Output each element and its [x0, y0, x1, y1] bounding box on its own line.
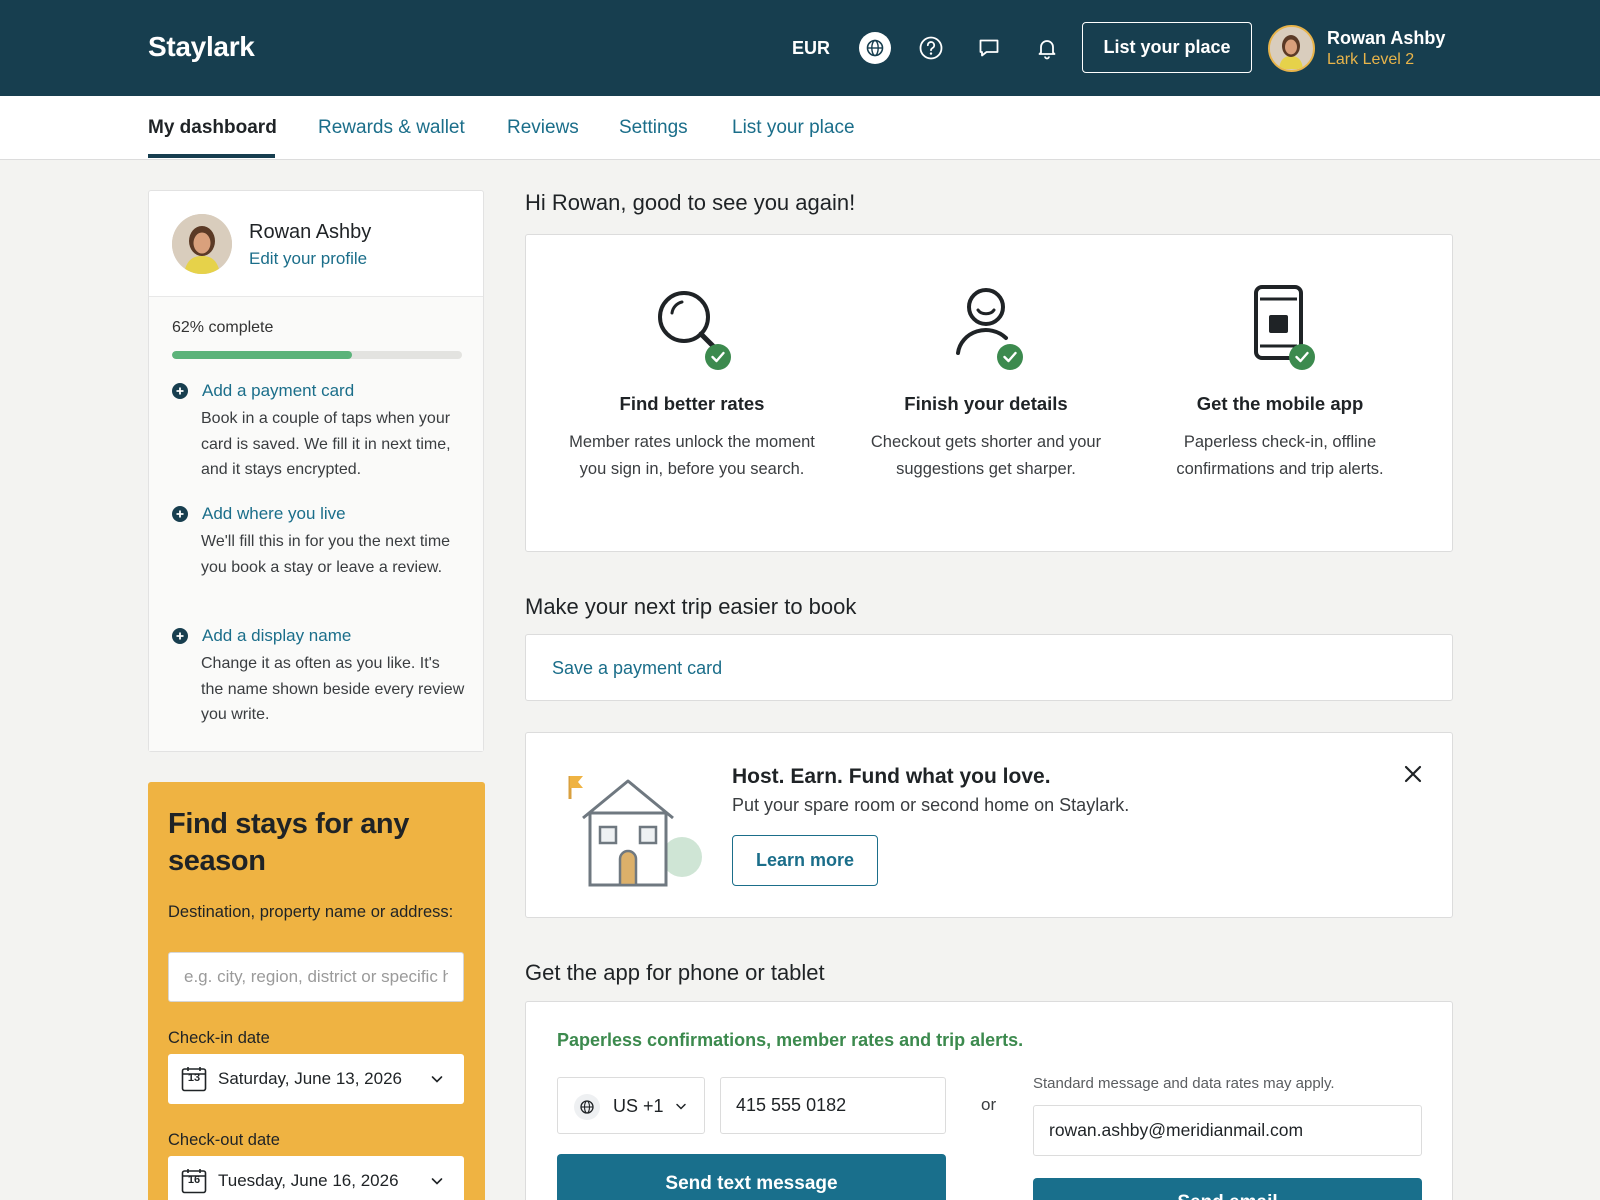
phone-check-icon: [1254, 285, 1315, 370]
calendar-day-number: 13: [187, 1072, 201, 1084]
user-photo: [1270, 27, 1312, 69]
active-tab-indicator: [148, 154, 275, 158]
profile-header: Rowan Ashby Edit your profile: [149, 191, 483, 297]
currency-selector[interactable]: EUR: [792, 38, 830, 59]
feature-description: Member rates unlock the moment you sign …: [569, 433, 815, 478]
messages-button[interactable]: [973, 32, 1005, 64]
chat-icon: [979, 39, 999, 57]
app-section-heading: Get the app for phone or tablet: [525, 960, 825, 985]
checkin-date-value: Saturday, June 13, 2026: [218, 1069, 402, 1088]
search-stays-card: Find stays for any season Destination, p…: [148, 782, 485, 1200]
bell-icon: [1038, 40, 1056, 60]
checkout-date-value: Tuesday, June 16, 2026: [218, 1171, 399, 1190]
plus-circle-icon: [172, 628, 188, 644]
feature-title: Find better rates: [619, 393, 765, 414]
progress-fill: [172, 351, 352, 359]
feature-description: Checkout gets shorter and your suggestio…: [870, 433, 1102, 478]
plus-circle-icon: [172, 383, 188, 399]
avatar[interactable]: [172, 214, 232, 274]
feature-title: Finish your details: [904, 393, 1068, 414]
send-email-button[interactable]: Send email: [1033, 1178, 1422, 1200]
phone-number-input[interactable]: [720, 1077, 946, 1134]
task-description: Change it as often as you like. It's the…: [201, 655, 465, 723]
tab-rewards-wallet[interactable]: Rewards & wallet: [318, 117, 465, 139]
progress-label: 62% complete: [172, 319, 274, 336]
feature-description: Paperless check-in, offline confirmation…: [1176, 433, 1384, 478]
country-code-select[interactable]: US +1: [557, 1077, 705, 1134]
host-promo-card: Host. Earn. Fund what you love. Put your…: [525, 732, 1453, 918]
house-illustration: [568, 776, 702, 887]
learn-more-button[interactable]: Learn more: [732, 835, 878, 886]
language-button[interactable]: [859, 32, 891, 64]
globe-icon: [574, 1094, 600, 1120]
calendar-day-number: 16: [187, 1174, 201, 1186]
rates-disclaimer: Standard message and data rates may appl…: [1033, 1075, 1335, 1092]
or-separator: or: [981, 1095, 997, 1114]
next-trip-heading: Make your next trip easier to book: [525, 594, 857, 619]
greeting: Hi Rowan, good to see you again!: [525, 190, 856, 215]
top-header: Staylark EUR List your place Rowan Ashby…: [0, 0, 1600, 96]
email-input[interactable]: [1033, 1105, 1422, 1156]
progress-bar: [172, 351, 462, 359]
search-check-icon: [658, 291, 731, 370]
close-icon[interactable]: [1402, 763, 1424, 785]
tab-list-your-place[interactable]: List your place: [732, 117, 855, 139]
globe-icon: [866, 39, 884, 57]
notifications-button[interactable]: [1031, 32, 1063, 64]
chevron-down-icon: [676, 1103, 686, 1110]
checkin-label: Check-in date: [168, 1029, 270, 1047]
dashboard-tabs: My dashboard Rewards & wallet Reviews Se…: [0, 96, 1600, 160]
edit-profile-link[interactable]: Edit your profile: [249, 249, 367, 269]
send-text-message-button[interactable]: Send text message: [557, 1154, 946, 1200]
task-title[interactable]: Add a payment card: [202, 381, 354, 401]
profile-completion: 62% complete Add a payment card Book in …: [149, 297, 483, 751]
tab-settings[interactable]: Settings: [619, 117, 688, 139]
save-payment-card-row[interactable]: Save a payment card: [525, 634, 1453, 701]
task-title[interactable]: Add where you live: [202, 504, 346, 524]
host-promo-subtitle: Put your spare room or second home on St…: [732, 795, 1130, 815]
destination-label: Destination, property name or address:: [168, 903, 454, 921]
app-tagline: Paperless confirmations, member rates an…: [557, 1030, 1024, 1050]
task-title[interactable]: Add a display name: [202, 626, 351, 646]
logo[interactable]: Staylark: [148, 31, 255, 63]
save-payment-card-link[interactable]: Save a payment card: [552, 658, 722, 679]
help-button[interactable]: [915, 32, 947, 64]
list-your-place-button[interactable]: List your place: [1082, 22, 1252, 73]
avatar[interactable]: [1268, 25, 1315, 72]
chevron-down-icon: [431, 1076, 443, 1083]
user-check-icon: [956, 288, 1023, 370]
header-user-level: Lark Level 2: [1327, 51, 1415, 68]
header-user-name[interactable]: Rowan Ashby: [1327, 28, 1445, 49]
feature-title: Get the mobile app: [1196, 393, 1364, 414]
country-code-value: US +1: [613, 1096, 664, 1116]
checkout-label: Check-out date: [168, 1131, 280, 1149]
user-photo: [172, 214, 232, 274]
plus-circle-icon: [172, 506, 188, 522]
help-icon: [919, 36, 943, 60]
task-description: We'll fill this in for you the next time…: [201, 533, 451, 576]
chevron-down-icon: [431, 1178, 443, 1185]
search-title: Find stays for any season: [168, 808, 409, 877]
host-promo-title: Host. Earn. Fund what you love.: [732, 765, 1051, 788]
tab-my-dashboard[interactable]: My dashboard: [148, 117, 277, 139]
tab-reviews[interactable]: Reviews: [507, 117, 579, 139]
destination-input[interactable]: [168, 952, 464, 1002]
checkin-date-field[interactable]: 13 Saturday, June 13, 2026: [168, 1054, 464, 1104]
get-app-card: Paperless confirmations, member rates an…: [525, 1001, 1453, 1200]
checkout-date-field[interactable]: 16 Tuesday, June 16, 2026: [168, 1156, 464, 1200]
task-description: Book in a couple of taps when your card …: [201, 410, 451, 478]
profile-card: Rowan Ashby Edit your profile 62% comple…: [148, 190, 484, 752]
benefits-panel: Find better rates Member rates unlock th…: [525, 234, 1453, 552]
profile-name: Rowan Ashby: [249, 221, 372, 243]
